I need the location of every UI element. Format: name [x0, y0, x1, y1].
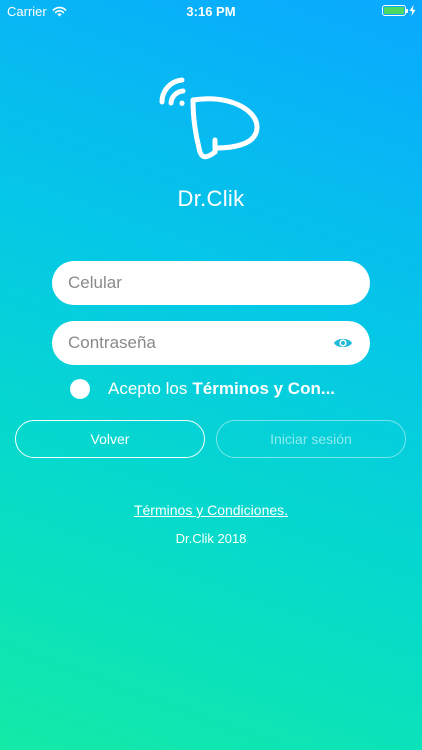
accept-terms-checkbox[interactable] — [70, 379, 90, 399]
battery-icon — [382, 5, 408, 16]
phone-field[interactable] — [52, 261, 370, 305]
status-right — [382, 5, 416, 16]
terms-conditions-link[interactable]: Términos y Condiciones. — [134, 502, 288, 518]
accept-terms-row: Acepto los Términos y Con... — [70, 377, 335, 401]
copyright-text: Dr.Clik 2018 — [175, 531, 247, 546]
dr-clik-logo-icon — [159, 77, 260, 160]
eye-icon — [334, 338, 352, 348]
status-time: 3:16 PM — [186, 4, 236, 19]
status-bar: Carrier 3:16 PM — [0, 0, 422, 22]
accept-terms-link[interactable]: Términos y Con... — [192, 379, 335, 399]
back-button[interactable]: Volver — [15, 420, 205, 458]
battery-level — [384, 7, 404, 14]
password-input[interactable] — [68, 321, 332, 365]
charging-bolt-icon — [409, 5, 416, 16]
password-field[interactable] — [52, 321, 370, 365]
accept-terms-prefix: Acepto los — [108, 379, 188, 398]
brand-name: Dr.Clik — [177, 186, 245, 211]
show-password-button[interactable] — [332, 332, 354, 354]
login-button[interactable]: Iniciar sesión — [216, 420, 406, 458]
phone-input[interactable] — [68, 261, 354, 305]
terms-footer: Términos y Condiciones. — [0, 502, 422, 518]
